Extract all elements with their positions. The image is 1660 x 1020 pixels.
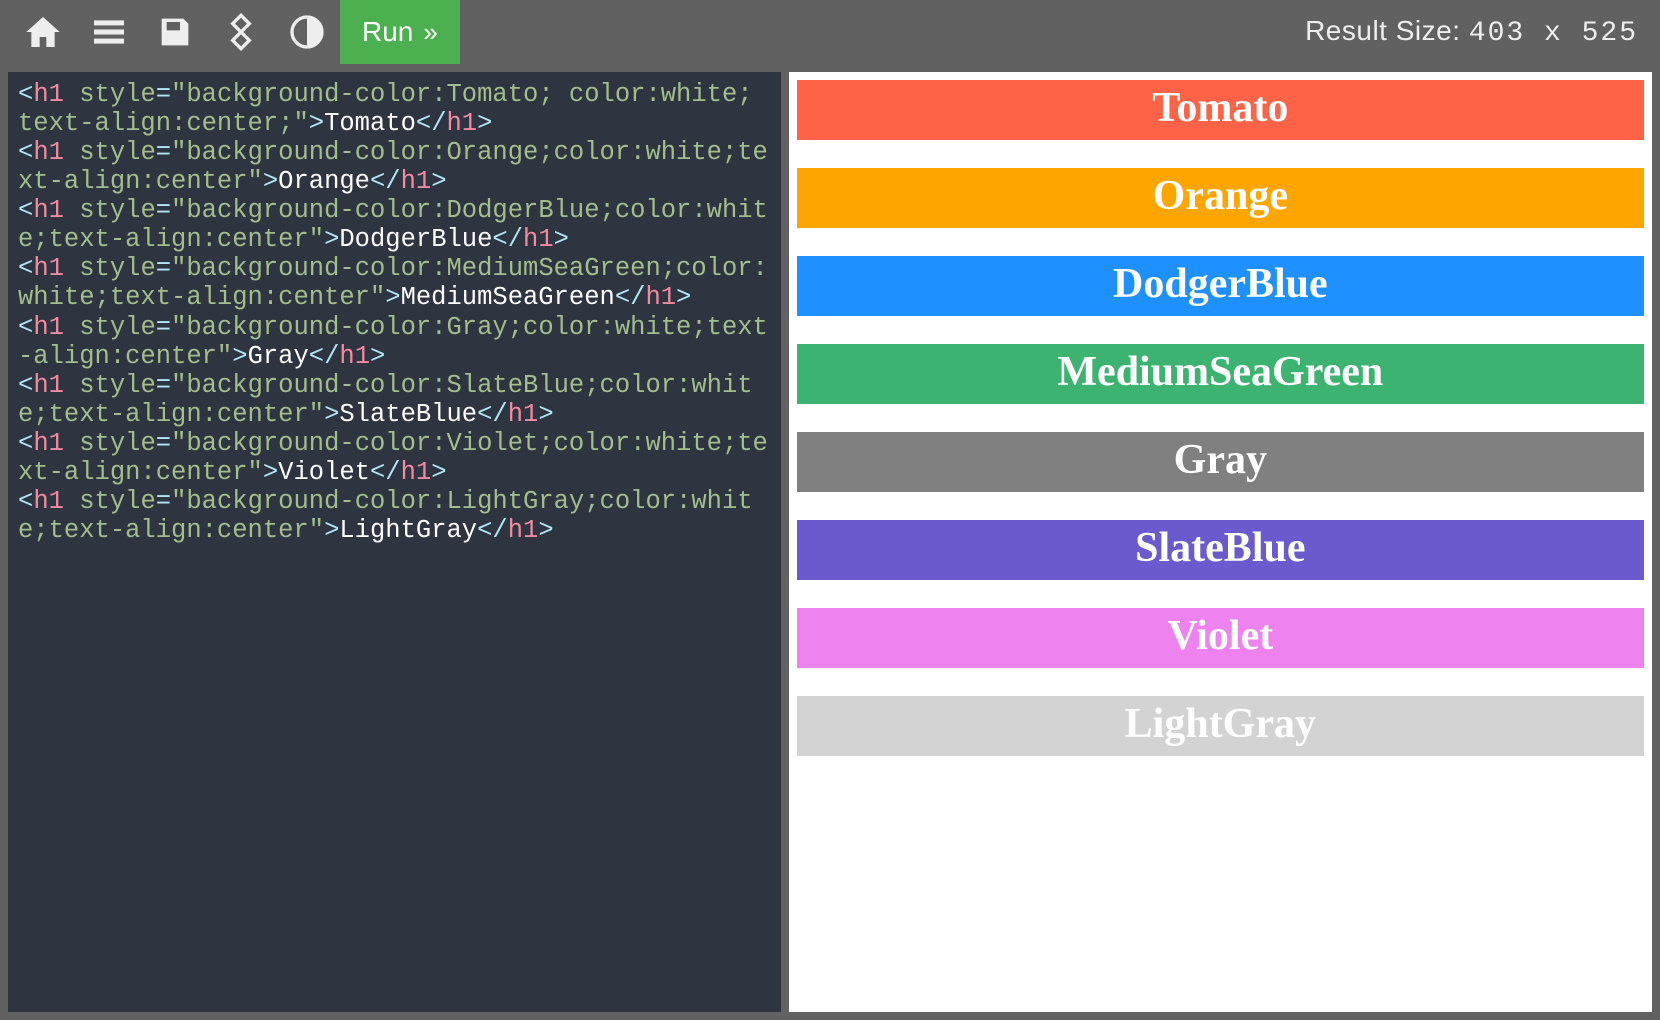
result-preview: Tomato Orange DodgerBlue MediumSeaGreen Gray…	[789, 72, 1652, 1012]
menu-icon[interactable]	[76, 0, 142, 64]
run-button-label: Run	[362, 16, 413, 48]
code-editor[interactable]: <h1 style="background-color:Tomato; colo…	[8, 72, 781, 1012]
preview-block: SlateBlue	[797, 520, 1644, 580]
rotate-icon[interactable]	[208, 0, 274, 64]
run-button[interactable]: Run »	[340, 0, 460, 64]
chevron-right-icon: »	[423, 17, 437, 48]
toolbar: Run » Result Size: 403 x 525	[0, 0, 1660, 64]
result-size: Result Size: 403 x 525	[1305, 15, 1650, 49]
preview-block: LightGray	[797, 696, 1644, 756]
save-icon[interactable]	[142, 0, 208, 64]
preview-block: Orange	[797, 168, 1644, 228]
preview-block: Tomato	[797, 80, 1644, 140]
home-icon[interactable]	[10, 0, 76, 64]
workspace: <h1 style="background-color:Tomato; colo…	[0, 64, 1660, 1020]
result-size-value: 403 x 525	[1469, 18, 1638, 49]
preview-block: Gray	[797, 432, 1644, 492]
preview-block: Violet	[797, 608, 1644, 668]
result-size-label: Result Size:	[1305, 15, 1460, 46]
preview-block: DodgerBlue	[797, 256, 1644, 316]
preview-block: MediumSeaGreen	[797, 344, 1644, 404]
theme-icon[interactable]	[274, 0, 340, 64]
